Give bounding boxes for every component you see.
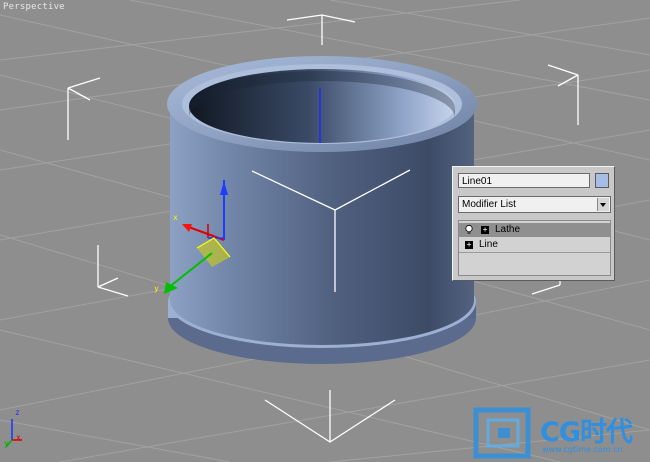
stack-item-line[interactable]: + Line	[459, 238, 610, 252]
watermark-brand: CG时代	[540, 417, 633, 448]
perspective-viewport[interactable]: Perspective x y z x y Line01 Modifier Li…	[0, 0, 650, 462]
object-color-swatch[interactable]	[595, 173, 609, 188]
lathe-object	[167, 56, 477, 364]
modifier-list-label: Modifier List	[462, 199, 516, 210]
stack-item-lathe[interactable]: + Lathe	[459, 223, 610, 237]
stack-item-label: Line	[479, 239, 498, 250]
modifier-panel: Line01 Modifier List + Lathe + Line	[452, 166, 615, 281]
lightbulb-icon[interactable]	[465, 225, 473, 235]
modifier-list-dropdown[interactable]: Modifier List	[458, 196, 611, 213]
world-axis-y-label: y	[4, 439, 9, 448]
gizmo-x-label: x	[173, 213, 178, 222]
expand-plus-icon[interactable]: +	[465, 241, 473, 249]
modifier-stack: + Lathe + Line	[458, 220, 611, 276]
object-name-field[interactable]: Line01	[458, 173, 590, 188]
expand-plus-icon[interactable]: +	[481, 226, 489, 234]
watermark-url: www.cgtime.com.cn	[542, 445, 623, 454]
world-axis-z-label: z	[15, 408, 20, 417]
viewport-label[interactable]: Perspective	[3, 2, 65, 12]
chevron-down-icon[interactable]	[597, 198, 609, 211]
stack-item-label: Lathe	[495, 224, 521, 235]
stack-divider	[459, 252, 610, 253]
world-axis-x-label: x	[16, 433, 21, 442]
gizmo-y-label: y	[154, 284, 159, 293]
